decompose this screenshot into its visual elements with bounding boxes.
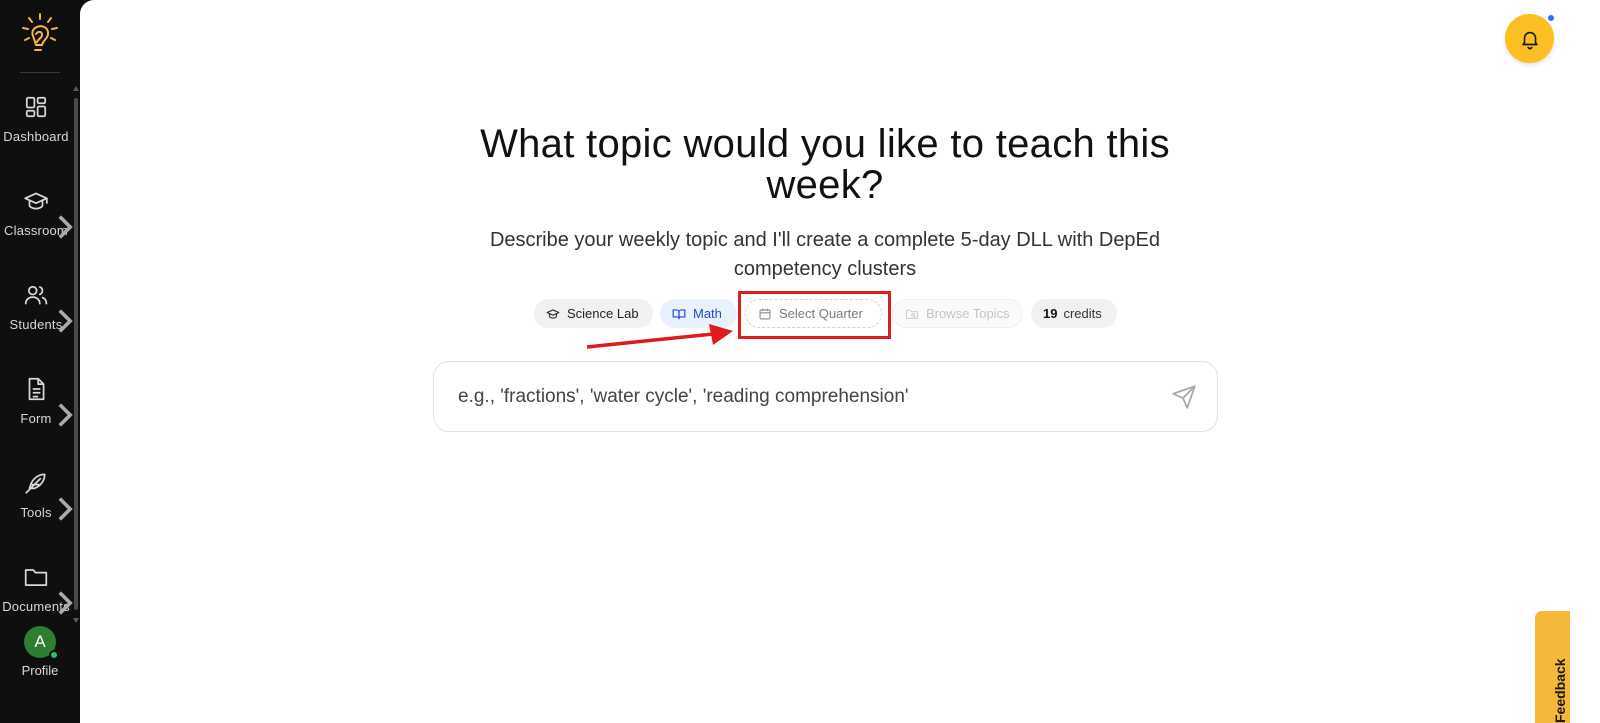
sidebar: Dashboard Classroom Students Form Tools xyxy=(0,0,80,723)
feedback-label: Feedback xyxy=(1552,658,1568,723)
online-status-dot xyxy=(49,650,59,660)
annotation-highlight-box xyxy=(738,291,891,339)
topic-input[interactable] xyxy=(458,385,1158,408)
folder-search-icon xyxy=(905,309,919,319)
sidebar-item-students[interactable]: Students xyxy=(0,278,73,348)
avatar-initial: A xyxy=(34,632,46,651)
profile-label: Profile xyxy=(21,663,59,678)
sidebar-item-label: Dashboard xyxy=(3,129,69,144)
graduation-cap-icon xyxy=(23,184,49,219)
sidebar-item-tools[interactable]: Tools xyxy=(0,466,73,536)
chevron-right-icon xyxy=(58,403,73,427)
sidebar-scrollbar[interactable] xyxy=(74,98,78,610)
browse-topics-button[interactable]: Browse Topics xyxy=(892,299,1023,328)
sidebar-item-label: Tools xyxy=(20,505,52,520)
avatar[interactable]: A xyxy=(24,626,59,660)
scroll-up-arrow[interactable] xyxy=(73,86,79,91)
document-icon xyxy=(23,372,49,407)
notification-dot xyxy=(1546,13,1556,23)
chevron-right-icon xyxy=(58,215,73,239)
sidebar-item-form[interactable]: Form xyxy=(0,372,73,442)
scroll-down-arrow[interactable] xyxy=(73,618,79,623)
feather-icon xyxy=(23,466,49,501)
credits-label: credits xyxy=(1063,306,1102,321)
chevron-right-icon xyxy=(58,497,73,521)
topic-search-box xyxy=(433,361,1218,432)
send-icon[interactable] xyxy=(1171,384,1197,410)
sidebar-item-profile[interactable]: A Profile xyxy=(0,626,80,686)
sidebar-item-documents[interactable]: Documents xyxy=(0,560,73,630)
chevron-right-icon xyxy=(58,591,73,615)
dashboard-grid-icon xyxy=(23,90,49,125)
sidebar-divider xyxy=(20,72,60,73)
sidebar-item-dashboard[interactable]: Dashboard xyxy=(0,90,72,160)
app-logo[interactable] xyxy=(20,12,60,56)
graduation-cap-icon xyxy=(546,308,560,319)
sidebar-item-label: Form xyxy=(20,411,52,426)
credits-count: 19 xyxy=(1043,306,1058,321)
users-icon xyxy=(23,278,49,313)
notifications-button[interactable] xyxy=(1505,13,1556,63)
folder-icon xyxy=(23,560,49,595)
credits-badge: 19 credits xyxy=(1031,299,1117,328)
page-title: What topic would you like to teach this … xyxy=(480,122,1170,207)
chip-label: Browse Topics xyxy=(926,306,1010,321)
main-panel: What topic would you like to teach this … xyxy=(80,0,1600,723)
annotation-arrow-icon xyxy=(586,324,733,349)
bell-icon xyxy=(1521,31,1538,49)
chevron-right-icon xyxy=(58,309,73,333)
sidebar-item-classroom[interactable]: Classroom xyxy=(0,184,73,254)
page-subtitle: Describe your weekly topic and I'll crea… xyxy=(489,229,1161,280)
